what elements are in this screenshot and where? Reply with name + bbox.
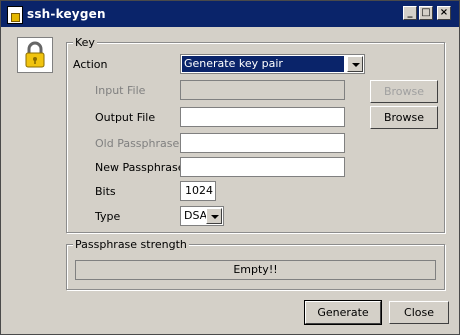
close-button-label: Close [404, 306, 434, 319]
output-file-field[interactable] [180, 107, 345, 127]
maximize-button[interactable]: □ [419, 6, 433, 20]
browse-input-button[interactable]: Browse [370, 80, 438, 103]
input-file-field[interactable] [180, 80, 345, 100]
bits-field[interactable]: 1024 [180, 181, 216, 201]
chevron-down-icon[interactable] [347, 56, 363, 72]
new-passphrase-label: New Passphrase [95, 161, 185, 174]
passphrase-strength-status: Empty!! [233, 263, 278, 276]
type-label: Type [95, 210, 121, 223]
window-title: ssh-keygen [27, 7, 106, 21]
action-select[interactable]: Generate key pair [180, 54, 365, 74]
type-select[interactable]: DSA [180, 206, 224, 226]
new-passphrase-field[interactable] [180, 157, 345, 177]
close-button[interactable]: Close [389, 301, 449, 324]
passphrase-strength-legend: Passphrase strength [73, 238, 189, 251]
generate-button-label: Generate [317, 306, 369, 319]
app-icon [7, 6, 23, 24]
key-group-legend: Key [73, 36, 97, 49]
chevron-down-icon[interactable] [206, 208, 222, 224]
generate-button[interactable]: Generate [304, 300, 382, 325]
old-passphrase-field[interactable] [180, 133, 345, 153]
action-label: Action [73, 58, 108, 71]
output-file-label: Output File [95, 111, 156, 124]
old-passphrase-label: Old Passphrase [95, 137, 180, 150]
ssh-keygen-window: ssh-keygen _ □ × Key Action Generate key… [0, 0, 460, 335]
input-file-label: Input File [95, 84, 146, 97]
action-select-value: Generate key pair [182, 56, 344, 72]
title-bar[interactable]: ssh-keygen _ □ × [1, 1, 459, 27]
minimize-button[interactable]: _ [403, 6, 417, 20]
bits-label: Bits [95, 185, 116, 198]
lock-icon [17, 37, 53, 73]
passphrase-strength-bar: Empty!! [75, 260, 436, 280]
browse-output-button[interactable]: Browse [370, 106, 438, 129]
close-window-button[interactable]: × [437, 6, 451, 20]
type-select-value: DSA [184, 209, 208, 222]
